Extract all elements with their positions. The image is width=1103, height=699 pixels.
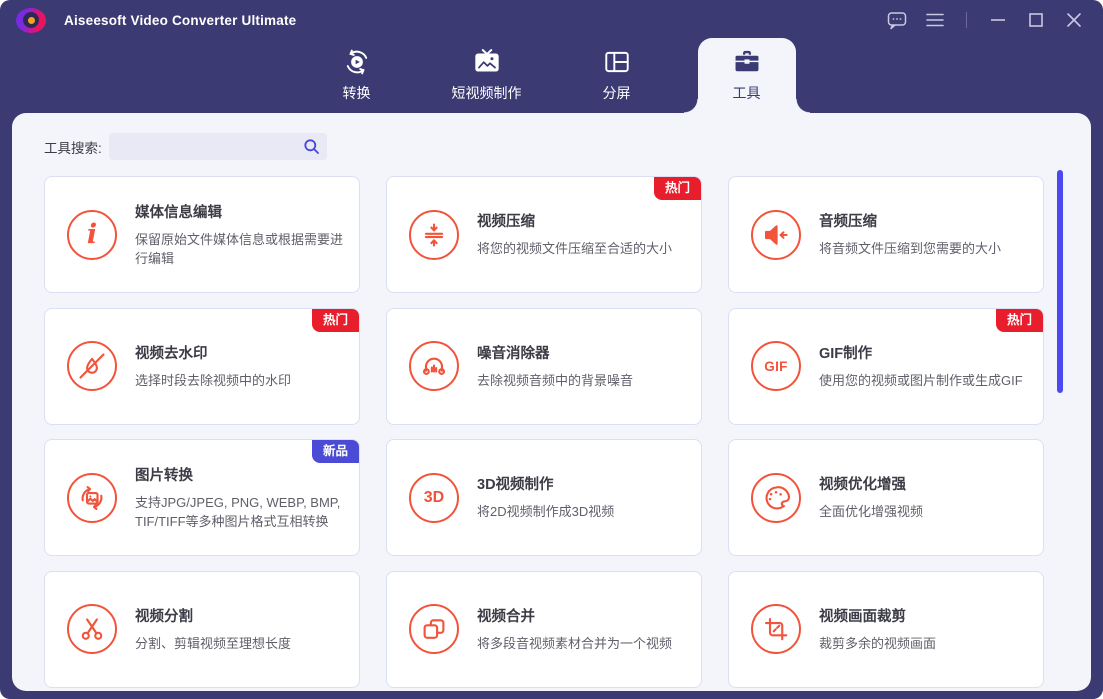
menu-icon xyxy=(924,9,946,31)
gif-icon: GIF xyxy=(751,341,801,391)
card-desc: 裁剪多余的视频画面 xyxy=(819,635,937,651)
card-desc: 将2D视频制作成3D视频 xyxy=(477,504,615,520)
scrollbar-thumb[interactable] xyxy=(1057,170,1063,393)
menu-button[interactable] xyxy=(924,9,946,31)
feedback-icon xyxy=(886,9,908,31)
card-desc: 选择时段去除视频中的水印 xyxy=(135,372,292,388)
card-title: 视频去水印 xyxy=(135,345,208,362)
close-button[interactable] xyxy=(1063,9,1085,31)
maximize-button[interactable] xyxy=(1025,9,1047,31)
card-desc: 支持JPG/JPEG, PNG, WEBP, BMP, TIF/TIFF等多种图… xyxy=(135,494,341,530)
tool-card[interactable]: 音频压缩 将音频文件压缩到您需要的大小 xyxy=(728,176,1044,293)
nav-tabs: 转换 短视频制作 分屏 工具 xyxy=(0,38,1103,113)
search-label: 工具搜索: xyxy=(44,140,102,156)
watermark-remove-icon xyxy=(67,341,117,391)
tool-card[interactable]: 视频合并 将多段音视频素材合并为一个视频 xyxy=(386,570,702,688)
search-row: 工具搜索: xyxy=(44,133,1091,160)
tab-convert[interactable]: 转换 xyxy=(292,40,422,113)
palette-icon xyxy=(751,472,801,523)
titlebar: Aiseesoft Video Converter Ultimate xyxy=(0,0,1103,40)
card-title: 噪音消除器 xyxy=(477,345,550,362)
card-badge: 热门 xyxy=(311,308,359,332)
tool-card[interactable]: 热门 视频压缩 将您的视频文件压缩至合适的大小 xyxy=(386,176,702,293)
feedback-button[interactable] xyxy=(886,9,908,31)
tool-card[interactable]: 视频画面裁剪 裁剪多余的视频画面 xyxy=(728,570,1044,688)
card-title: 图片转换 xyxy=(135,467,193,484)
close-icon xyxy=(1063,9,1085,31)
minimize-icon xyxy=(987,9,1009,31)
tools-grid: i 媒体信息编辑 保留原始文件媒体信息或根据需要进行编辑 热门 视频压缩 将您的… xyxy=(44,176,1091,688)
tool-card[interactable]: 噪音消除器 去除视频音频中的背景噪音 xyxy=(386,307,702,425)
app-title: Aiseesoft Video Converter Ultimate xyxy=(64,12,297,28)
card-title: GIF制作 xyxy=(819,345,873,362)
tab-toolbox[interactable]: 工具 xyxy=(682,38,812,113)
card-title: 3D视频制作 xyxy=(477,477,554,494)
tools-panel: 工具搜索: i 媒体信息编辑 保留原始文件媒体信息或根据需要进行编辑 热门 视频… xyxy=(12,113,1091,691)
search-box xyxy=(108,133,327,160)
card-desc: 去除视频音频中的背景噪音 xyxy=(477,372,634,388)
merge-icon xyxy=(409,604,459,654)
tab-label: 工具 xyxy=(732,85,761,101)
collage-icon xyxy=(602,47,632,77)
tool-card[interactable]: 热门 GIF GIF制作 使用您的视频或图片制作或生成GIF xyxy=(728,307,1044,425)
card-title: 视频优化增强 xyxy=(819,477,906,494)
tab-mv[interactable]: 短视频制作 xyxy=(422,40,552,113)
search-input[interactable] xyxy=(108,133,327,160)
titlebar-separator xyxy=(966,12,967,28)
audio-compress-icon xyxy=(751,209,801,260)
tool-card[interactable]: 新品 图片转换 支持JPG/JPEG, PNG, WEBP, BMP, TIF/… xyxy=(44,439,360,556)
card-desc: 分割、剪辑视频至理想长度 xyxy=(135,635,292,651)
tool-card[interactable]: i 媒体信息编辑 保留原始文件媒体信息或根据需要进行编辑 xyxy=(44,176,360,293)
convert-icon xyxy=(342,47,372,77)
tab-label: 转换 xyxy=(342,85,371,101)
card-title: 视频分割 xyxy=(135,608,193,625)
search-icon[interactable] xyxy=(303,138,320,155)
tool-card[interactable]: 热门 视频去水印 选择时段去除视频中的水印 xyxy=(44,307,360,425)
image-convert-icon xyxy=(67,472,117,523)
card-desc: 将您的视频文件压缩至合适的大小 xyxy=(477,241,673,257)
info-icon: i xyxy=(67,209,117,260)
app-window: Aiseesoft Video Converter Ultimate 转换 短视… xyxy=(0,0,1103,699)
app-logo-icon xyxy=(16,7,46,33)
scissors-icon xyxy=(67,604,117,654)
card-title: 视频压缩 xyxy=(477,214,535,231)
card-desc: 将多段音视频素材合并为一个视频 xyxy=(477,635,673,651)
tab-collage[interactable]: 分屏 xyxy=(552,40,682,113)
card-title: 视频合并 xyxy=(477,608,535,625)
mv-icon xyxy=(472,47,502,77)
crop-icon xyxy=(751,604,801,654)
headphones-icon xyxy=(409,341,459,391)
card-desc: 使用您的视频或图片制作或生成GIF xyxy=(819,372,1023,388)
tab-label: 短视频制作 xyxy=(451,85,522,101)
tab-label: 分屏 xyxy=(602,85,631,101)
card-badge: 热门 xyxy=(653,177,701,200)
card-desc: 保留原始文件媒体信息或根据需要进行编辑 xyxy=(135,231,344,267)
minimize-button[interactable] xyxy=(987,9,1009,31)
card-title: 视频画面裁剪 xyxy=(819,608,906,625)
card-title: 音频压缩 xyxy=(819,214,877,231)
tool-card[interactable]: 3D 3D视频制作 将2D视频制作成3D视频 xyxy=(386,439,702,556)
card-title: 媒体信息编辑 xyxy=(135,204,222,221)
maximize-icon xyxy=(1025,9,1047,31)
card-desc: 全面优化增强视频 xyxy=(819,504,924,520)
card-badge: 热门 xyxy=(995,308,1043,332)
toolbox-icon xyxy=(732,47,762,77)
tool-card[interactable]: 视频优化增强 全面优化增强视频 xyxy=(728,439,1044,556)
tool-card[interactable]: 视频分割 分割、剪辑视频至理想长度 xyxy=(44,570,360,688)
card-desc: 将音频文件压缩到您需要的大小 xyxy=(819,241,1002,257)
compress-icon xyxy=(409,209,459,260)
titlebar-controls xyxy=(886,9,1103,31)
threed-icon: 3D xyxy=(409,472,459,523)
card-badge: 新品 xyxy=(311,440,359,463)
